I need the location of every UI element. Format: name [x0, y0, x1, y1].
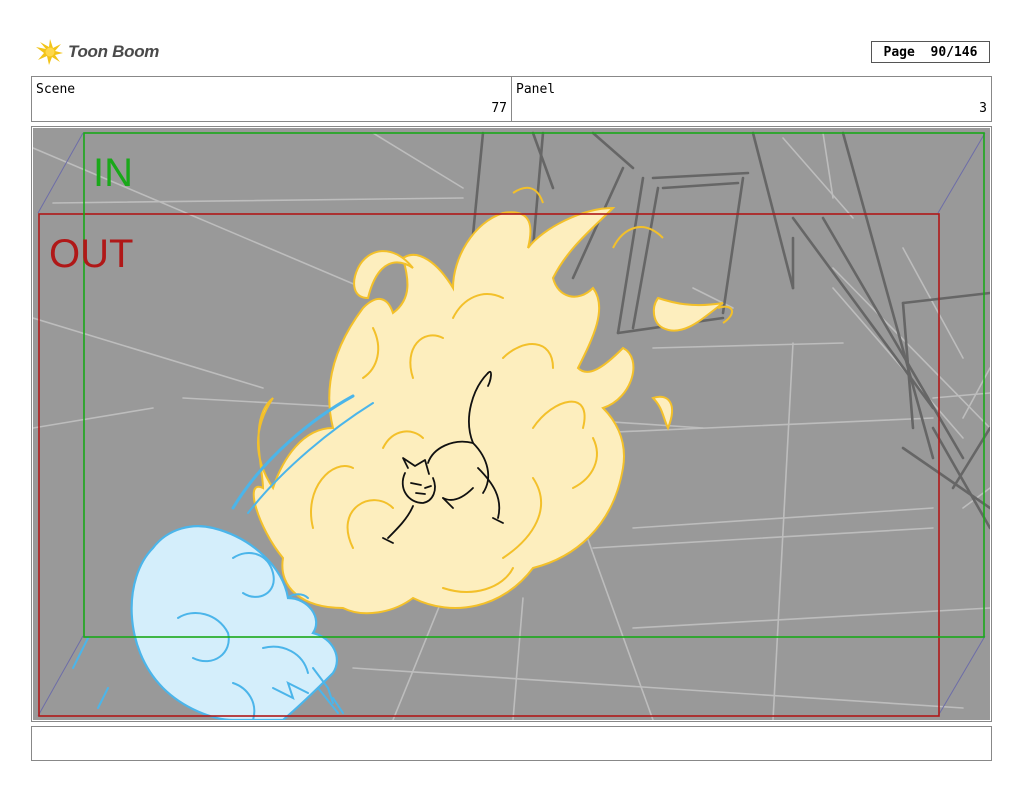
- toon-boom-logo-icon: [36, 39, 63, 65]
- panel-number: 3: [979, 101, 987, 116]
- page-counter: Page 90/146: [871, 41, 990, 63]
- in-label: IN: [93, 151, 133, 195]
- scene-label: Scene: [36, 82, 76, 97]
- storyboard-panel: IN OUT: [31, 126, 992, 722]
- toon-boom-logo: Toon Boom: [34, 38, 164, 66]
- panel-cell: Panel 3: [512, 77, 991, 121]
- scene-number: 77: [491, 101, 507, 116]
- panel-notes-box: [31, 726, 992, 761]
- toon-boom-wordmark: Toon Boom: [68, 42, 160, 61]
- out-label: OUT: [49, 232, 133, 276]
- scene-cell: Scene 77: [32, 77, 512, 121]
- storyboard-drawing: IN OUT: [33, 128, 990, 720]
- page-value: 90/146: [930, 44, 978, 60]
- panel-label: Panel: [516, 82, 556, 97]
- page-label: Page: [883, 44, 915, 60]
- scene-panel-header: Scene 77 Panel 3: [31, 76, 992, 122]
